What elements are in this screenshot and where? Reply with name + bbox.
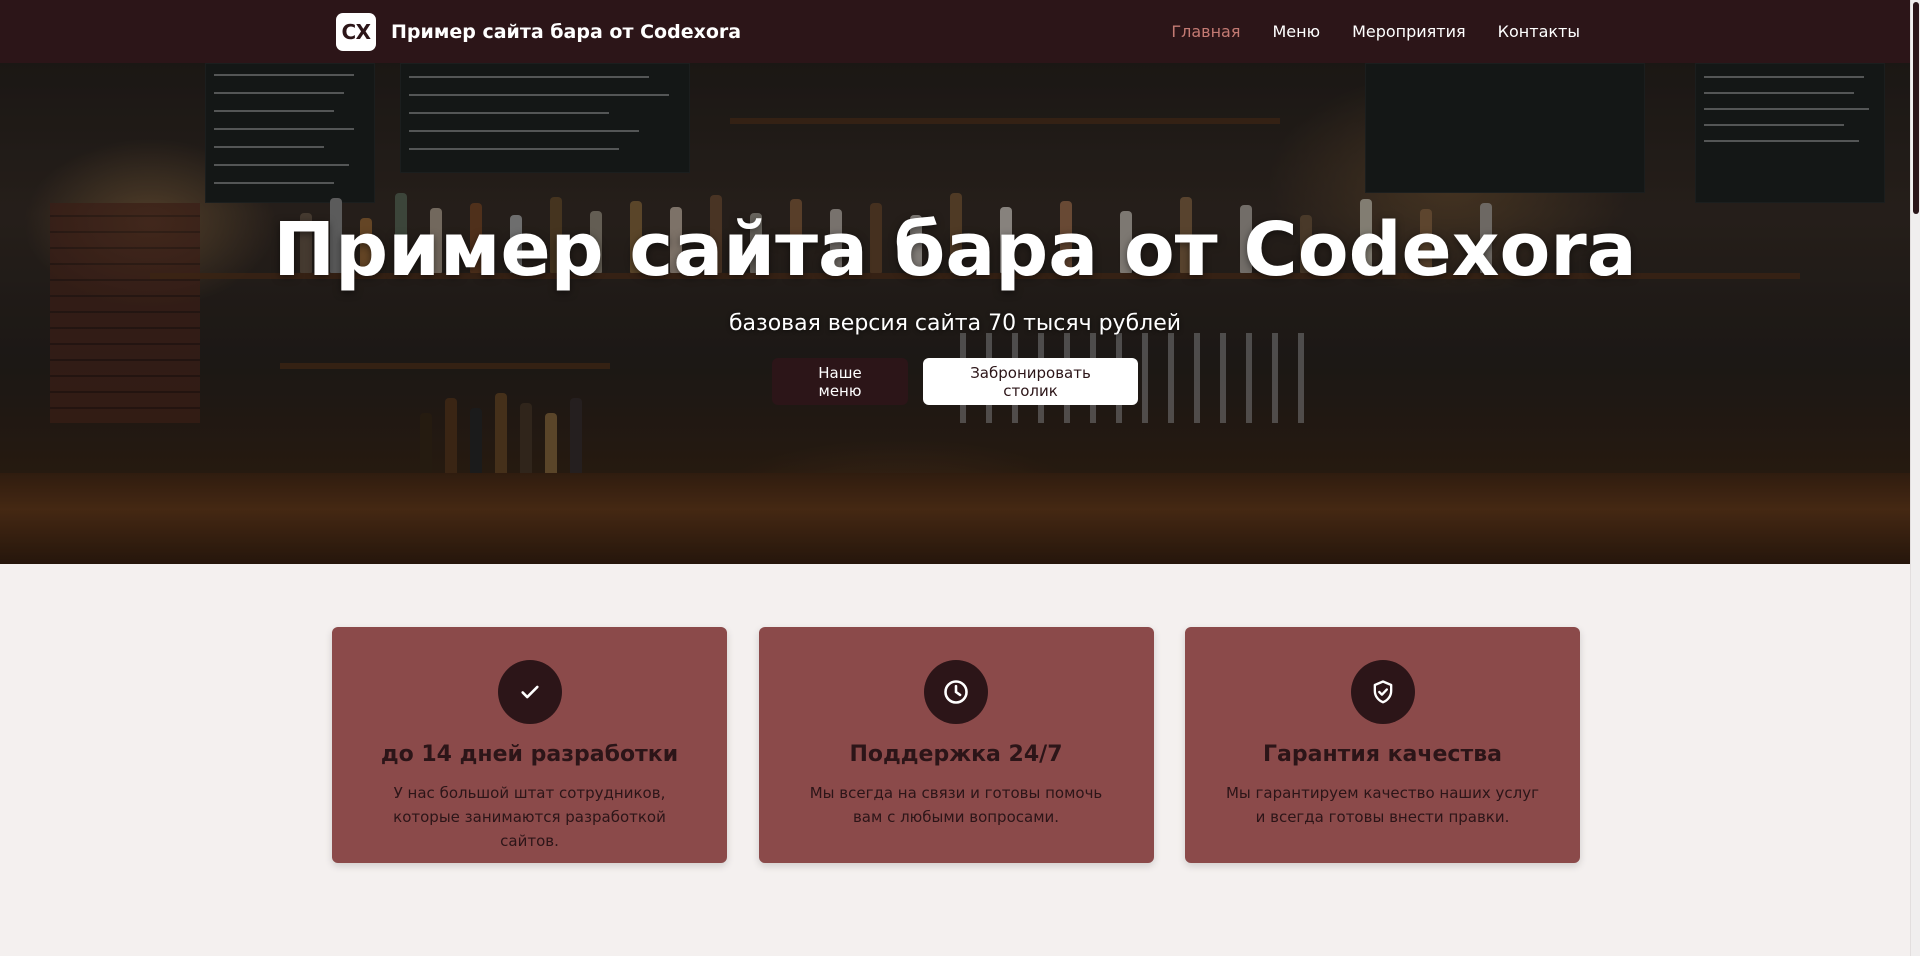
feature-title: до 14 дней разработки [380,742,679,767]
feature-text: Мы всегда на связи и готовы помочь вам с… [809,784,1103,826]
feature-text: У нас большой штат сотрудников, которые … [393,784,666,850]
features-section: до 14 дней разработки У нас большой штат… [332,627,1580,863]
nav-link-home[interactable]: Главная [1171,22,1240,41]
nav-link-contacts[interactable]: Контакты [1498,22,1580,41]
nav-link-menu[interactable]: Меню [1272,22,1320,41]
brand[interactable]: CX Пример сайта бара от Codexora [336,13,741,51]
feature-card: Гарантия качества Мы гарантируем качеств… [1185,627,1580,863]
hero-title: Пример сайта бара от Codexora [273,207,1637,293]
main-nav: Главная Меню Мероприятия Контакты [1139,0,1580,63]
feature-card: до 14 дней разработки У нас большой штат… [332,627,727,863]
our-menu-button[interactable]: Наше меню [772,358,908,405]
shield-check-icon [1350,660,1415,724]
feature-text: Мы гарантируем качество наших услуг и вс… [1225,784,1540,826]
hero-subtitle: базовая версия сайта 70 тысяч рублей [728,311,1182,336]
site-header: CX Пример сайта бара от Codexora Главная… [0,0,1910,63]
logo: CX [336,13,376,51]
feature-card: Поддержка 24/7 Мы всегда на связи и гото… [758,627,1154,863]
hero-section: Пример сайта бара от Codexora базовая ве… [0,63,1910,564]
nav-link-events[interactable]: Мероприятия [1352,22,1466,41]
hero-buttons: Наше меню Забронировать столик [0,358,1910,405]
hero-content: Пример сайта бара от Codexora базовая ве… [0,213,1910,405]
check-icon [497,660,562,724]
clock-icon [924,660,988,724]
brand-name: Пример сайта бара от Codexora [391,21,742,43]
feature-title: Гарантия качества [1263,742,1502,767]
book-table-button[interactable]: Забронировать столик [923,358,1138,405]
page-scrollbar[interactable] [1910,0,1920,956]
scrollbar-thumb[interactable] [1913,2,1919,214]
feature-title: Поддержка 24/7 [849,742,1063,767]
